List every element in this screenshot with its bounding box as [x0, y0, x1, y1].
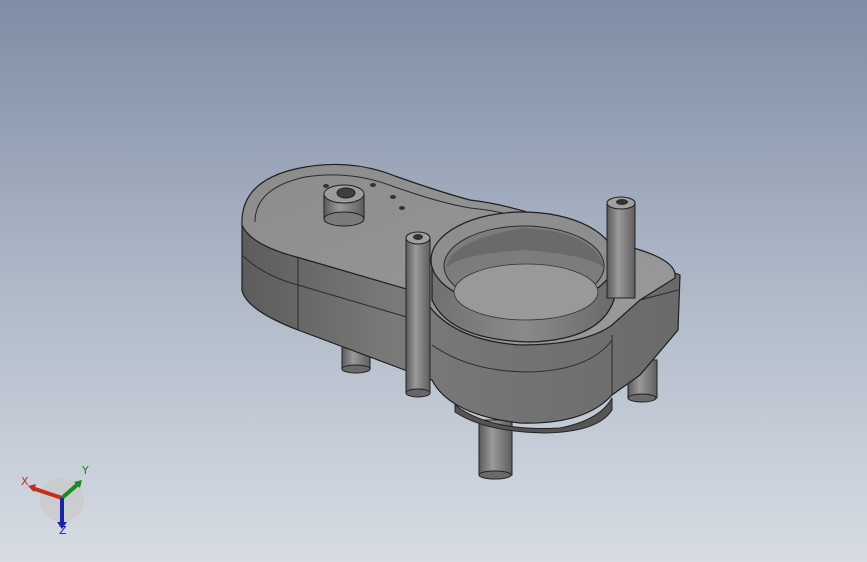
cad-part-model[interactable] — [0, 0, 867, 562]
z-axis-label: Z — [59, 524, 67, 537]
graphics-viewport[interactable]: X Y Z — [0, 0, 867, 562]
y-axis-label: Y — [82, 464, 89, 477]
orientation-triad[interactable]: X Y Z — [14, 462, 94, 542]
gear-cup-cylinder[interactable] — [430, 211, 616, 343]
top-boss[interactable] — [323, 184, 365, 227]
x-axis-label: X — [21, 475, 29, 488]
tall-post-left[interactable] — [405, 231, 431, 398]
tall-post-right[interactable] — [606, 196, 636, 299]
